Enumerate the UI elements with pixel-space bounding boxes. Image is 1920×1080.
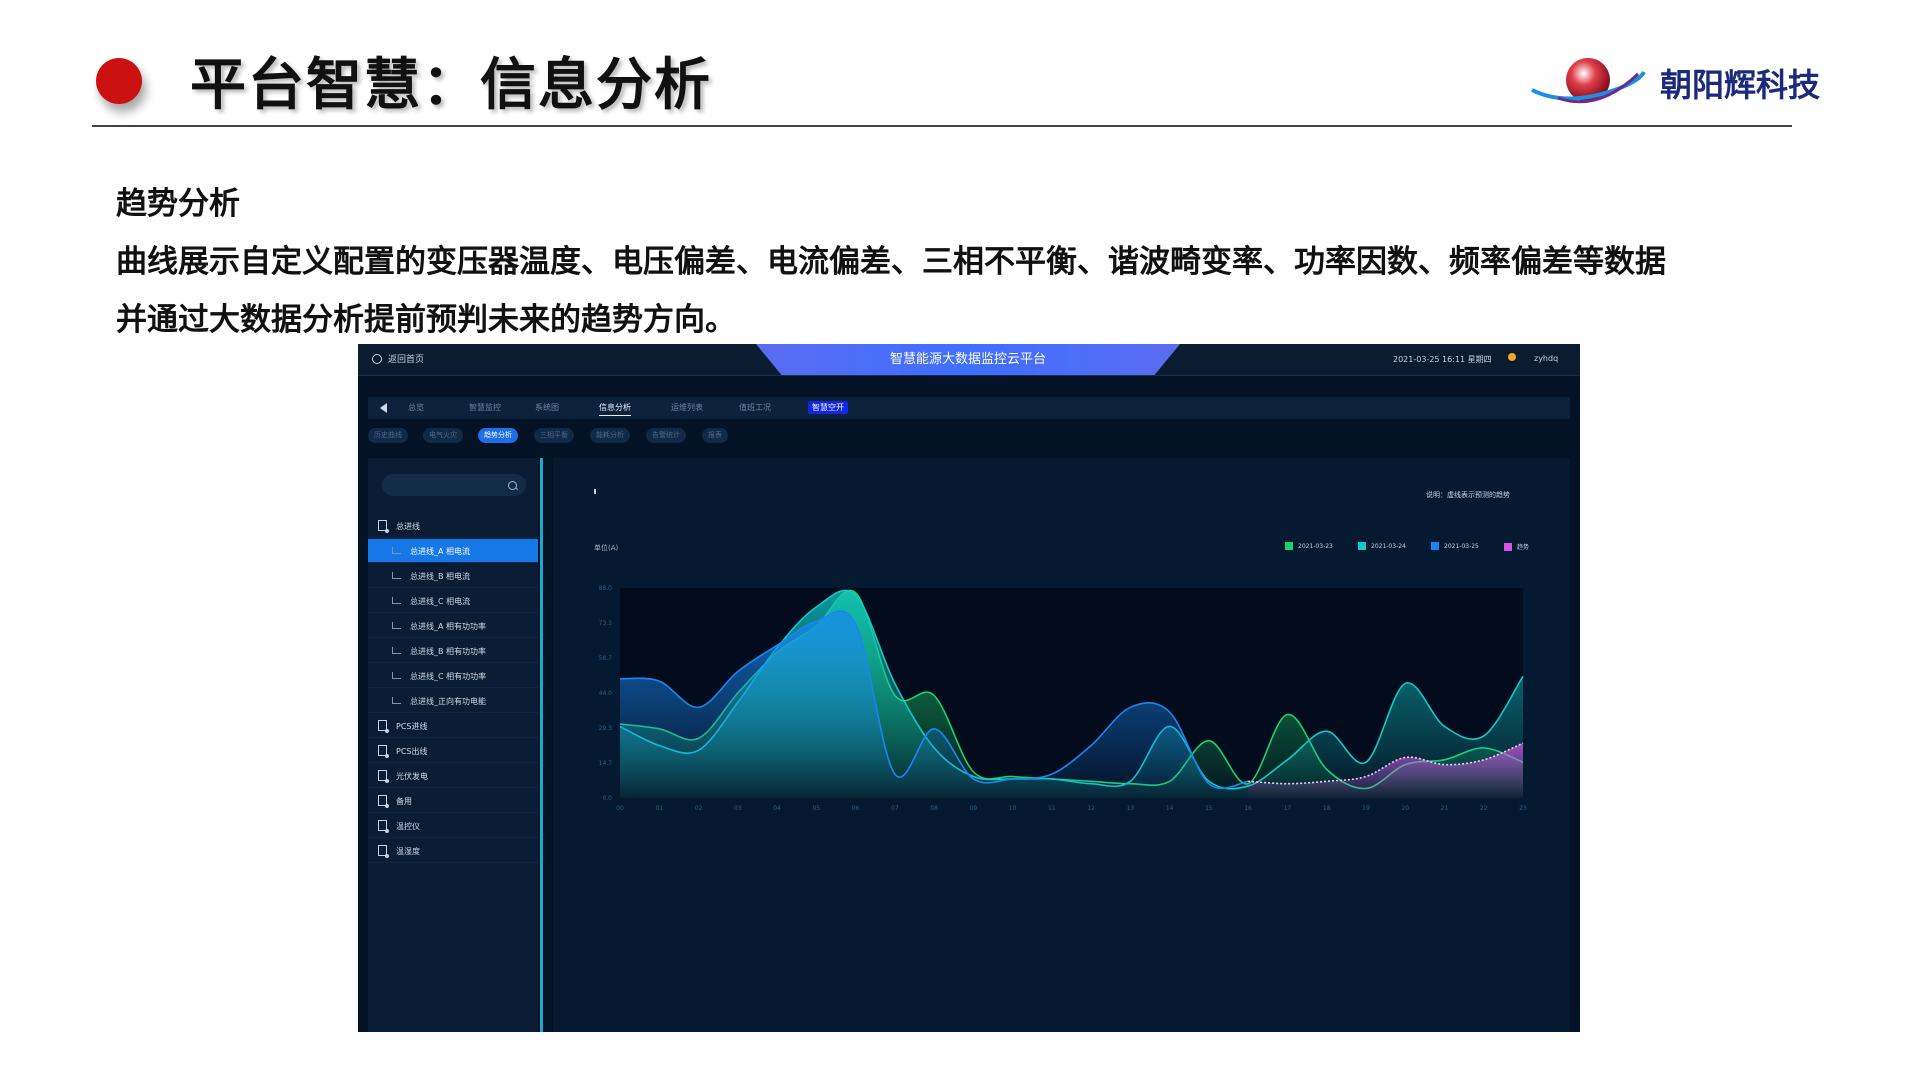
slide-title: 平台智慧：信息分析 (190, 53, 712, 118)
company-logo-icon (1531, 58, 1646, 104)
description-line-2: 并通过大数据分析提前预判未来的趋势方向。 (116, 302, 736, 338)
y-tick-label: 14.7 (599, 760, 613, 767)
x-tick-label: 22 (1480, 805, 1488, 812)
red-dot-bullet (96, 58, 142, 104)
x-tick-label: 02 (695, 805, 703, 812)
x-tick-label: 04 (773, 805, 781, 812)
x-tick-label: 15 (1205, 805, 1213, 812)
y-tick-label: 73.3 (599, 620, 613, 627)
trend-chart[interactable]: 0.0 14.7 29.3 44.0 58.7 73.3 88.0 00 01 02 03 04 05 0… (358, 344, 1580, 1032)
x-tick-label: 05 (812, 805, 820, 812)
x-tick-label: 21 (1441, 805, 1449, 812)
x-tick-label: 19 (1362, 805, 1370, 812)
x-tick-label: 11 (1048, 805, 1056, 812)
x-tick-label: 07 (891, 805, 899, 812)
company-brand: 朝阳辉科技 (1660, 66, 1821, 104)
x-tick-label: 08 (930, 805, 938, 812)
x-tick-label: 03 (734, 805, 742, 812)
x-tick-label: 18 (1323, 805, 1331, 812)
x-tick-label: 13 (1127, 805, 1135, 812)
x-tick-label: 09 (970, 805, 978, 812)
y-tick-label: 29.3 (599, 725, 613, 732)
description-line-1: 曲线展示自定义配置的变压器温度、电压偏差、电流偏差、三相不平衡、谐波畸变率、功率… (116, 244, 1666, 280)
y-tick-label: 44.0 (599, 690, 613, 697)
app-screenshot: 返回首页 智慧能源大数据监控云平台 2021-03-25 16:11 星期四 z… (358, 344, 1580, 1032)
x-tick-label: 23 (1519, 805, 1527, 812)
x-tick-label: 06 (852, 805, 860, 812)
x-tick-label: 01 (655, 805, 663, 812)
y-tick-label: 88.0 (599, 585, 613, 592)
y-tick-label: 58.7 (599, 655, 613, 662)
y-tick-label: 0.0 (602, 795, 612, 802)
x-tick-label: 10 (1009, 805, 1017, 812)
x-tick-label: 00 (616, 805, 624, 812)
section-title: 趋势分析 (116, 186, 240, 222)
x-tick-label: 14 (1166, 805, 1174, 812)
x-tick-label: 12 (1087, 805, 1095, 812)
x-tick-label: 16 (1244, 805, 1252, 812)
x-tick-label: 20 (1401, 805, 1409, 812)
x-tick-label: 17 (1284, 805, 1292, 812)
header-divider (92, 125, 1792, 127)
